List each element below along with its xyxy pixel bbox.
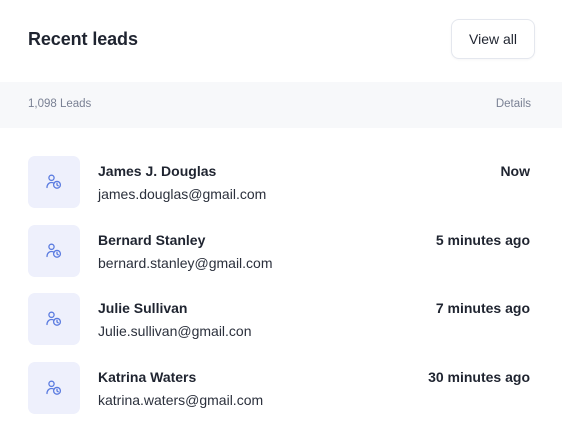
- lead-list-item[interactable]: Katrina Waters katrina.waters@gmail.com …: [0, 362, 562, 418]
- lead-email: katrina.waters@gmail.com: [98, 392, 264, 408]
- user-clock-icon: [46, 380, 62, 395]
- lead-name: Bernard Stanley: [98, 232, 206, 248]
- view-all-button[interactable]: View all: [451, 19, 535, 59]
- user-clock-icon: [46, 311, 62, 326]
- lead-timestamp: 30 minutes ago: [428, 369, 530, 385]
- lead-avatar: [28, 362, 80, 414]
- lead-name: Julie Sullivan: [98, 300, 188, 316]
- lead-timestamp: Now: [500, 163, 530, 179]
- user-clock-icon: [46, 174, 62, 189]
- lead-email: Julie.sullivan@gmail.con: [98, 323, 252, 339]
- lead-name: Katrina Waters: [98, 369, 197, 385]
- lead-avatar: [28, 225, 80, 277]
- card-title: Recent leads: [28, 29, 138, 49]
- lead-avatar: [28, 293, 80, 345]
- lead-timestamp: 5 minutes ago: [435, 232, 530, 248]
- lead-list-item[interactable]: Bernard Stanley bernard.stanley@gmail.co…: [0, 225, 562, 281]
- lead-name: James J. Douglas: [98, 163, 217, 179]
- lead-avatar: [28, 156, 80, 208]
- user-clock-icon: [46, 243, 62, 258]
- details-link[interactable]: Details: [496, 98, 531, 110]
- lead-email: james.douglas@gmail.com: [98, 186, 267, 202]
- leads-summary-bar: 1,098 Leads Details: [0, 82, 562, 128]
- lead-timestamp: 7 minutes ago: [435, 300, 530, 316]
- lead-list-item[interactable]: Julie Sullivan Julie.sullivan@gmail.con …: [0, 293, 562, 349]
- lead-email: bernard.stanley@gmail.com: [98, 255, 273, 271]
- lead-list-item[interactable]: James J. Douglas james.douglas@gmail.com…: [0, 156, 562, 212]
- leads-count: 1,098 Leads: [28, 98, 92, 110]
- recent-leads-card: Recent leads View all 1,098 Leads Detail…: [0, 0, 562, 440]
- card-header: Recent leads View all: [0, 0, 562, 82]
